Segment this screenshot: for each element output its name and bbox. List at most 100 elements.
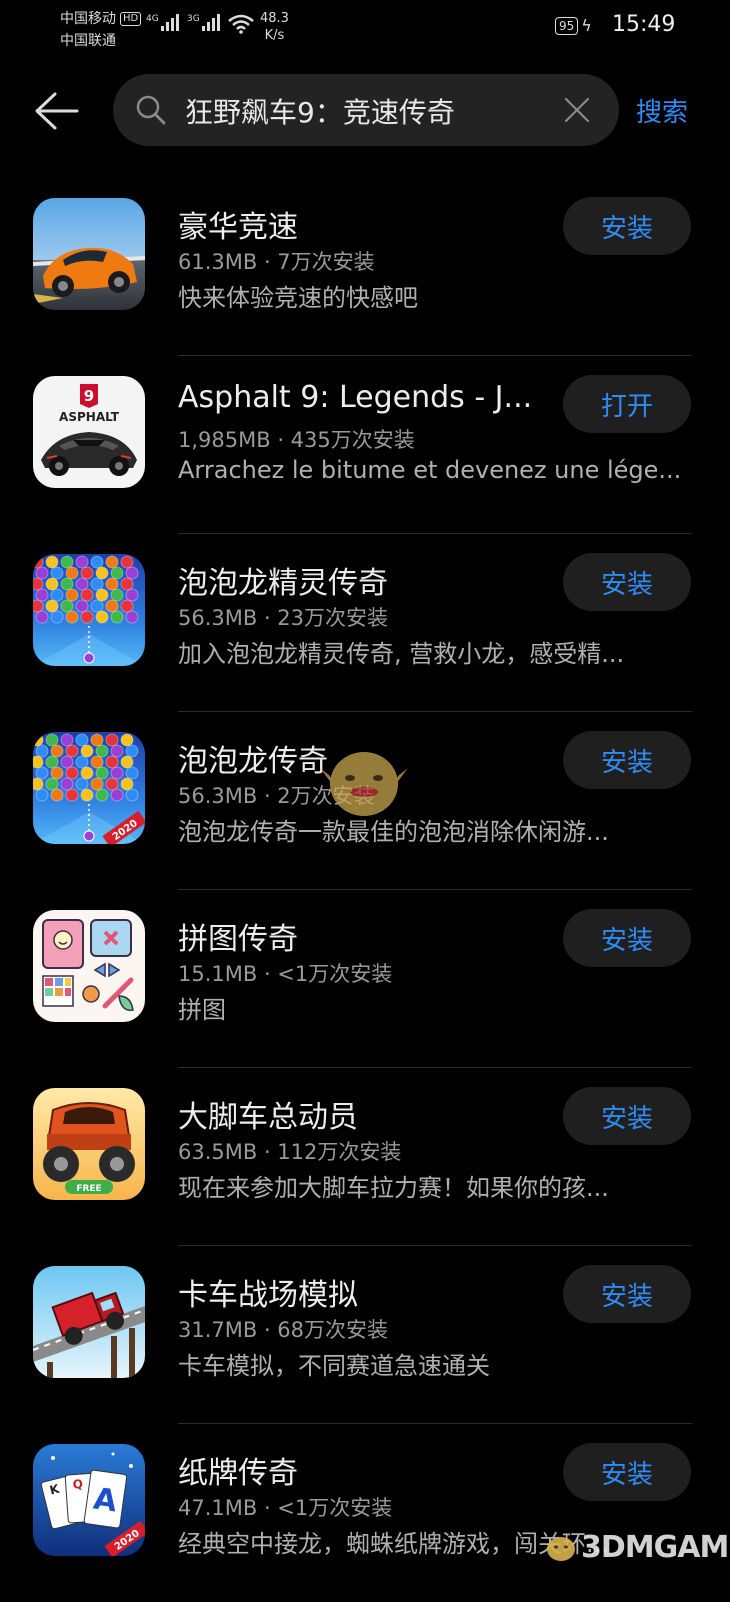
app-list-item[interactable]: 豪华竞速 61.3MB · 7万次安装 快来体验竞速的快感吧 安装 [0,178,730,356]
app-list-item[interactable]: K Q A 2020 纸牌传奇 47.1MB · <1万次安装 经典空中接龙，蜘… [0,1424,730,1602]
bubble [105,733,119,747]
bubble [65,588,79,602]
clear-icon[interactable] [563,96,591,124]
bubble [35,744,49,758]
app-name: 拼图传奇 [178,922,298,957]
app-description: 快来体验竞速的快感吧 [178,284,418,312]
app-description: Arrachez le bitume et devenez une lége..… [178,456,682,484]
app-list-item[interactable]: FREE 大脚车总动员 63.5MB · 112万次安装 现在来参加大脚车拉力赛… [0,1068,730,1246]
app-name: 豪华竞速 [178,210,298,245]
bubble [90,777,104,791]
install-button[interactable]: 安装 [563,1265,691,1323]
bubble [50,766,64,780]
bubble [75,555,89,569]
install-button[interactable]: 安装 [563,1087,691,1145]
app-meta: 15.1MB · <1万次安装 [178,962,393,986]
search-submit-button[interactable]: 搜索 [636,92,688,129]
app-list-item[interactable]: 泡泡龙精灵传奇 56.3MB · 23万次安装 加入泡泡龙精灵传奇, 营救小龙，… [0,534,730,712]
bubble [45,555,59,569]
bubble [110,610,124,624]
bubble [50,610,64,624]
net-speed-value: 48.3 [260,11,289,26]
app-name: 大脚车总动员 [178,1100,358,1135]
bubble [90,599,104,613]
status-time: 15:49 [612,12,676,37]
bubble [75,599,89,613]
app-description: 现在来参加大脚车拉力赛！如果你的孩... [178,1174,609,1202]
app-list-item[interactable]: 卡车战场模拟 31.7MB · 68万次安装 卡车模拟，不同赛道急速通关 安装 [0,1246,730,1424]
bubble [125,610,139,624]
app-list-item[interactable]: 拼图传奇 15.1MB · <1万次安装 拼图 安装 [0,890,730,1068]
install-button[interactable]: 安装 [563,731,691,789]
install-button[interactable]: 安装 [563,553,691,611]
bubble [90,577,104,591]
bubble [95,744,109,758]
bubble [110,588,124,602]
asphalt-logo-text: ASPHALT [59,410,120,424]
signal-1-icon: 4G [146,14,179,31]
hd-badge: HD [120,12,142,26]
back-arrow-icon [35,92,79,130]
bubble-shooter-2020-icon: 2020 [33,732,145,844]
open-button[interactable]: 打开 [563,375,691,433]
bubble [33,755,44,769]
app-name: Asphalt 9: Legends - J... [178,380,533,415]
bubble [60,555,74,569]
bubble [105,555,119,569]
bubble [60,599,74,613]
bubble [125,766,139,780]
bubble [35,610,49,624]
bubble [60,755,74,769]
bubble [95,766,109,780]
bubble [33,555,44,569]
stunt-truck-icon [33,1266,145,1378]
bubble [80,766,94,780]
bubble [105,755,119,769]
bubble [95,588,109,602]
search-bar[interactable]: 狂野飙车9：竞速传奇 [113,74,619,146]
bubble [75,733,89,747]
watermark-brand: 3DMGAME [581,1530,730,1565]
bubble [75,777,89,791]
bubble [65,766,79,780]
network-speed: 48.3 K/s [260,10,289,44]
carrier-2-name: 中国联通 [60,33,116,49]
bubble [80,588,94,602]
app-name: 泡泡龙精灵传奇 [178,566,388,601]
battery-indicator: 95 ϟ [555,16,592,35]
bubble [110,744,124,758]
bubble [95,788,109,802]
install-button[interactable]: 安装 [563,1443,691,1501]
bubble [35,788,49,802]
app-name: 卡车战场模拟 [178,1278,358,1313]
bubble [105,577,119,591]
mascot-small-icon [547,1536,575,1561]
puzzle-items-icon [33,910,145,1022]
app-meta: 47.1MB · <1万次安装 [178,1496,393,1520]
bubble [65,744,79,758]
bubble [80,610,94,624]
app-list-item[interactable]: 9 ASPHALT Asphalt 9: Legends - J... 1,98… [0,356,730,534]
bubble [45,733,59,747]
bubble [125,588,139,602]
bubble [80,566,94,580]
app-description: 加入泡泡龙精灵传奇, 营救小龙，感受精... [178,640,625,668]
bubble [110,788,124,802]
bubble [110,766,124,780]
bubble [35,588,49,602]
bubble [120,555,134,569]
solitaire-cards-icon: K Q A 2020 [33,1444,145,1556]
bubble [120,733,134,747]
install-button[interactable]: 安装 [563,197,691,255]
charging-bolt-icon: ϟ [581,16,592,35]
app-description: 卡车模拟，不同赛道急速通关 [178,1352,490,1380]
back-button[interactable] [30,88,82,134]
bubble [75,755,89,769]
bubble [120,777,134,791]
bubble-shooter-icon [33,554,145,666]
install-button[interactable]: 安装 [563,909,691,967]
bubble [45,755,59,769]
3dmgame-watermark: 3DMGAME [545,1530,730,1565]
search-input[interactable]: 狂野飙车9：竞速传奇 [185,91,455,131]
bubble [120,755,134,769]
